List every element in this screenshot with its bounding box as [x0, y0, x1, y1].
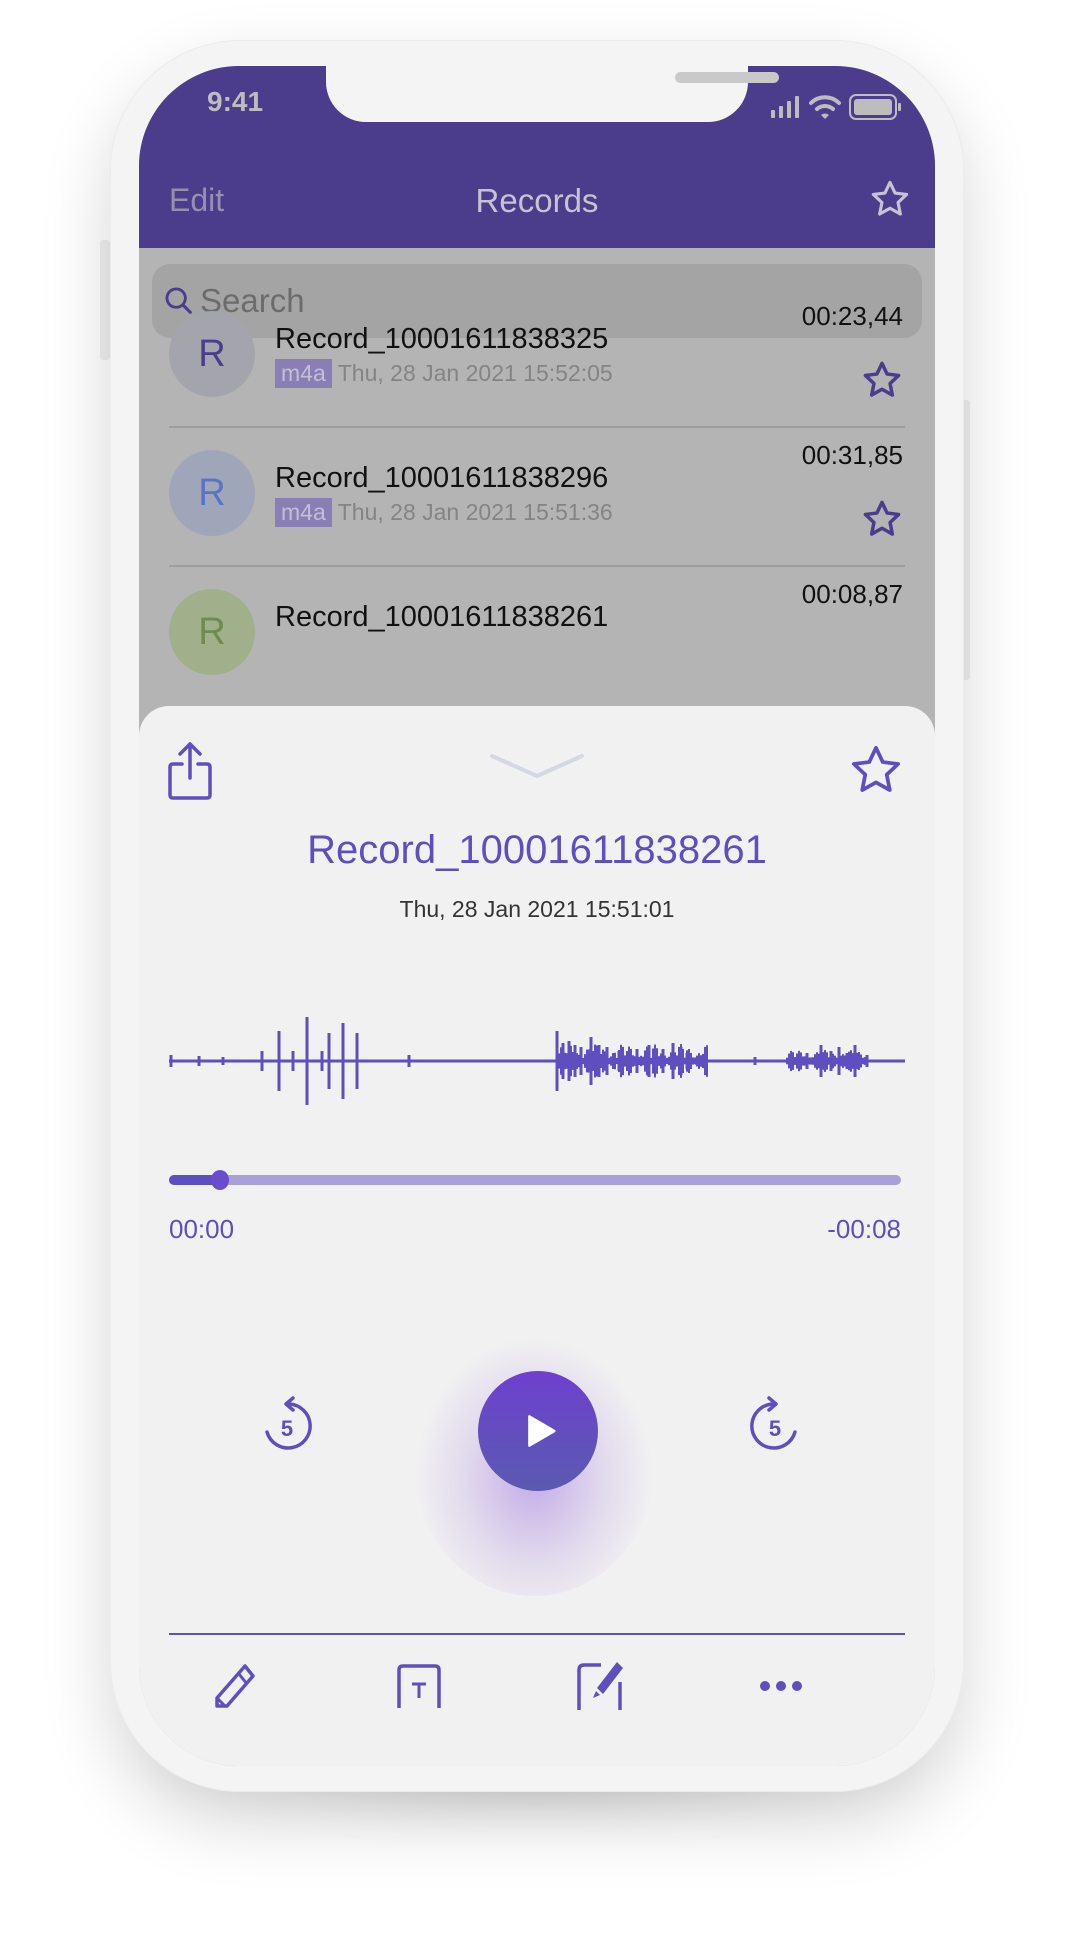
player-date: Thu, 28 Jan 2021 15:51:01: [399, 896, 675, 922]
more-button[interactable]: [751, 1656, 811, 1716]
skip-back-5-icon[interactable]: 5: [259, 1396, 315, 1460]
device-side-button: [100, 240, 110, 360]
play-button[interactable]: [478, 1371, 598, 1491]
avatar: R: [169, 311, 255, 397]
progress-thumb[interactable]: [211, 1170, 230, 1190]
rename-button[interactable]: [205, 1656, 265, 1716]
record-meta: m4a Thu, 28 Jan 2021 15:52:05: [275, 359, 613, 388]
row-divider: [169, 565, 905, 567]
device-notch: [326, 66, 779, 122]
skip-forward-label: 5: [769, 1416, 781, 1441]
edit-document-icon: [577, 1662, 623, 1710]
bottom-toolbar: [139, 1656, 935, 1746]
format-badge: m4a: [275, 359, 332, 388]
list-item[interactable]: R Record_10001611838296 m4a Thu, 28 Jan …: [139, 440, 935, 589]
avatar: R: [169, 450, 255, 536]
more-icon: [760, 1681, 802, 1691]
record-name: Record_10001611838325: [275, 323, 609, 355]
pencil-icon: [215, 1664, 255, 1708]
text-document-icon: [397, 1664, 441, 1708]
favorites-star-icon[interactable]: [869, 178, 911, 220]
nav-header: 9:41 Edit Records: [139, 66, 935, 248]
status-time: 9:41: [207, 86, 264, 117]
play-icon: [528, 1415, 556, 1447]
record-meta: m4a Thu, 28 Jan 2021 15:51:36: [275, 498, 613, 527]
waveform[interactable]: [167, 1006, 907, 1116]
avatar: R: [169, 589, 255, 675]
transcribe-button[interactable]: [389, 1656, 449, 1716]
signal-icon: [771, 96, 799, 118]
record-date: Thu, 28 Jan 2021 15:52:05: [337, 360, 613, 386]
skip-forward-5-icon[interactable]: 5: [747, 1396, 803, 1460]
wifi-icon: [809, 95, 841, 119]
record-duration: 00:08,87: [801, 579, 903, 609]
speaker-grille: [675, 72, 779, 83]
progress-slider[interactable]: [169, 1170, 901, 1190]
player-title: Record_10001611838261: [307, 828, 767, 872]
record-name: Record_10001611838261: [275, 601, 609, 633]
collapse-chevron-icon[interactable]: [489, 752, 585, 782]
star-icon[interactable]: [861, 498, 903, 540]
elapsed-time: 00:00: [169, 1214, 235, 1244]
edit-note-button[interactable]: [571, 1656, 631, 1716]
format-badge: m4a: [275, 498, 332, 527]
record-name: Record_10001611838296: [275, 462, 609, 494]
record-date: Thu, 28 Jan 2021 15:51:36: [337, 499, 613, 525]
skip-back-label: 5: [281, 1416, 293, 1441]
page-title: Records: [475, 182, 599, 219]
favorite-star-icon[interactable]: [847, 742, 905, 798]
battery-icon: [849, 94, 901, 120]
record-duration: 00:23,44: [801, 301, 903, 331]
screen: 9:41 Edit Records Search R Record_100016…: [139, 66, 935, 1766]
share-icon[interactable]: [167, 740, 213, 802]
player-sheet: Record_10001611838261 Thu, 28 Jan 2021 1…: [139, 706, 935, 1766]
record-duration: 00:31,85: [801, 440, 903, 470]
remaining-time: -00:08: [827, 1214, 901, 1244]
list-item[interactable]: R Record_10001611838325 m4a Thu, 28 Jan …: [139, 301, 935, 450]
star-icon[interactable]: [861, 359, 903, 401]
toolbar-divider: [169, 1633, 905, 1635]
row-divider: [169, 426, 905, 428]
status-icons: [771, 94, 903, 120]
